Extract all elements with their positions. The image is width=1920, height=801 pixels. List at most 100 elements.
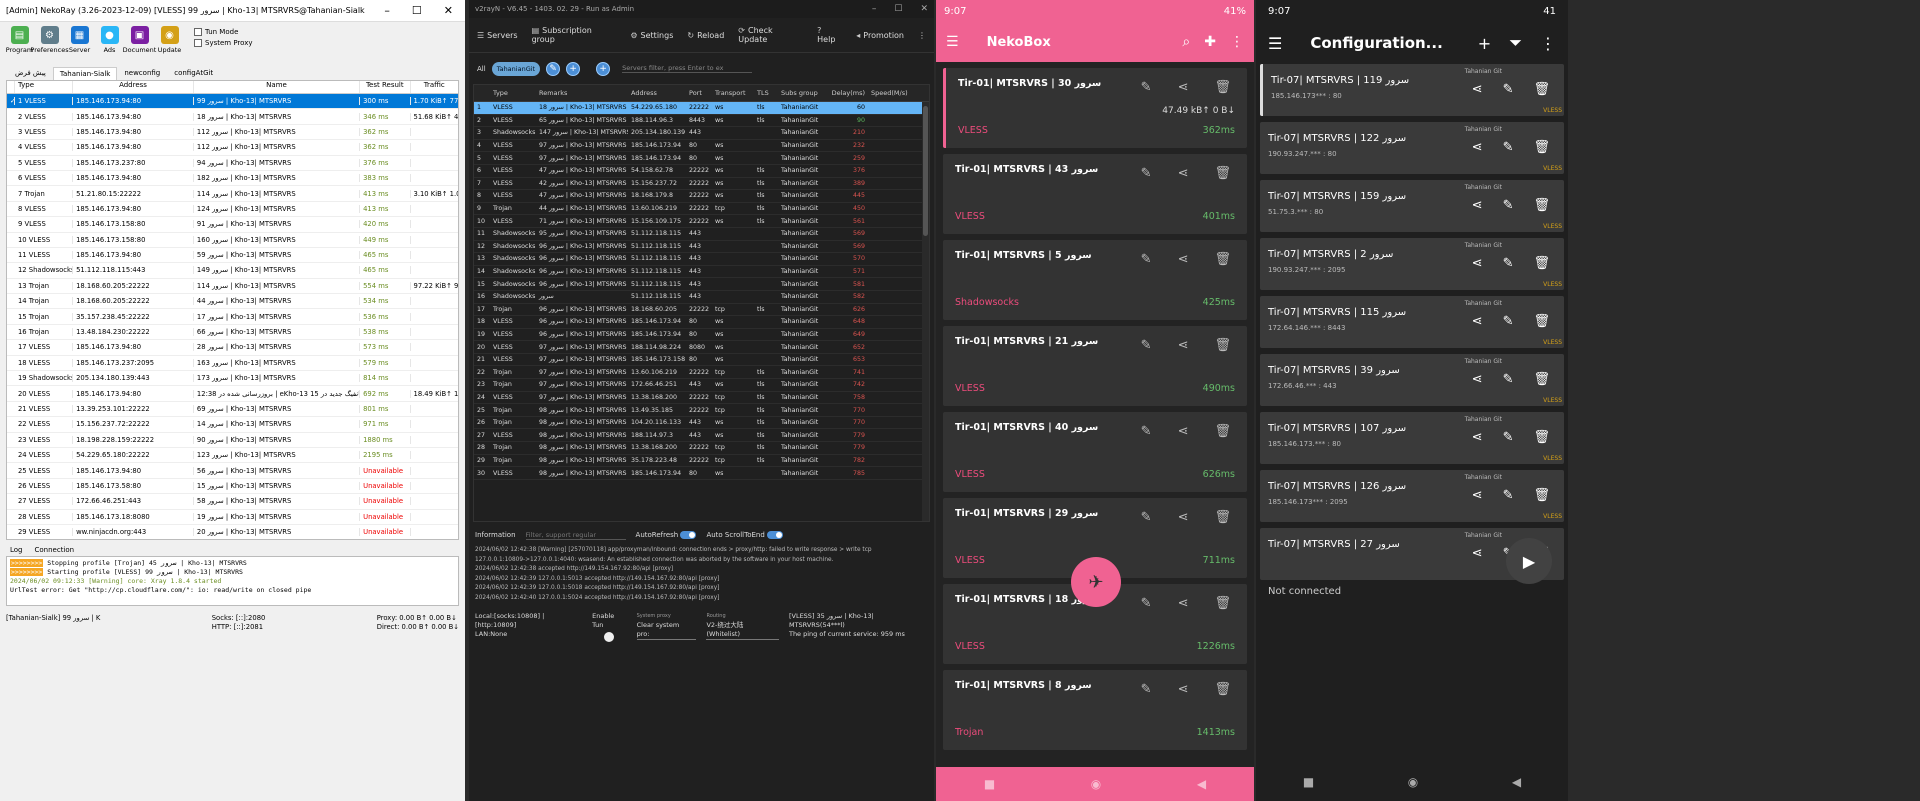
table-row[interactable]: 2 VLESS 185.146.173.94:80 سرور 18 | Kho-13… — [7, 109, 458, 125]
edit-icon[interactable]: ✎ — [1141, 682, 1152, 697]
table-row[interactable]: 6 VLESS سرور 47 | Kho-13| MTSRVRS 54.158.62… — [474, 165, 929, 178]
table-row[interactable]: 12 Shadowsocks 51.112.118.115:443 سرور 149… — [7, 263, 458, 279]
share-icon[interactable]: ⋖ — [1472, 488, 1483, 503]
config-card[interactable]: Tahanian Git Tir-07| MTSRVRS | سرور 115 17… — [1260, 296, 1564, 348]
tab-tahanian-sialk[interactable]: Tahanian-Sialk — [52, 67, 118, 80]
table-row[interactable]: 19 VLESS سرور 96 | Kho-13| MTSRVRS 185.146.… — [474, 329, 929, 342]
document-button[interactable]: ▣ Document — [123, 26, 156, 54]
server-filter-input[interactable]: Servers filter, press Enter to ex — [622, 64, 753, 73]
system-proxy-checkbox[interactable]: System Proxy — [194, 39, 253, 47]
edit-icon[interactable]: ✎ — [1503, 372, 1514, 387]
share-icon[interactable]: ⋖ — [1178, 596, 1189, 611]
home-icon[interactable]: ◉ — [1408, 775, 1418, 789]
delete-icon[interactable]: 🗑 — [1533, 140, 1550, 155]
update-button[interactable]: ◉ Update — [156, 26, 183, 54]
config-card[interactable]: Tahanian Git Tir-07| MTSRVRS | سرور 159 51… — [1260, 180, 1564, 232]
table-row[interactable]: 6 VLESS 185.146.173.94:80 سرور 182 | Kho-1… — [7, 171, 458, 187]
table-row[interactable]: 17 VLESS 185.146.173.94:80 سرور 28 | Kho-1… — [7, 340, 458, 356]
table-row[interactable]: 28 Trojan سرور 98 | Kho-13| MTSRVRS 13.38.1… — [474, 442, 929, 455]
share-icon[interactable]: ⋖ — [1178, 166, 1189, 181]
table-row[interactable]: 8 VLESS 185.146.173.94:80 سرور 124 | Kho-1… — [7, 202, 458, 218]
close-icon[interactable]: ✕ — [920, 4, 928, 14]
home-icon[interactable]: ◉ — [1091, 777, 1101, 791]
delete-icon[interactable]: 🗑 — [1533, 430, 1550, 445]
edit-icon[interactable]: ✎ — [1503, 314, 1514, 329]
table-row[interactable]: 7 VLESS سرور 42 | Kho-13| MTSRVRS 15.156.23… — [474, 178, 929, 191]
share-icon[interactable]: ⋖ — [1472, 314, 1483, 329]
share-icon[interactable]: ⋖ — [1472, 430, 1483, 445]
delete-icon[interactable]: 🗑 — [1533, 488, 1550, 503]
table-row[interactable]: 29 Trojan سرور 98 | Kho-13| MTSRVRS 35.178.… — [474, 455, 929, 468]
minimize-icon[interactable]: – — [872, 4, 877, 14]
minimize-icon[interactable]: – — [384, 4, 390, 17]
table-row[interactable]: 12 Shadowsocks سرور 96 | Kho-13| MTSRVRS 51… — [474, 241, 929, 254]
delete-icon[interactable]: 🗑 — [1214, 424, 1231, 439]
delete-icon[interactable]: 🗑 — [1214, 510, 1231, 525]
table-row[interactable]: 5 VLESS 185.146.173.237:80 سرور 94 | Kho-1… — [7, 156, 458, 171]
enable-tun-toggle[interactable]: Enable Tun — [592, 612, 627, 644]
table-row[interactable]: 18 VLESS 185.146.173.237:2095 سرور 163 | K… — [7, 356, 458, 372]
share-icon[interactable]: ⋖ — [1472, 372, 1483, 387]
add-server-icon[interactable]: + — [596, 61, 611, 76]
table-row[interactable]: 24 VLESS 54.229.65.180:22222 سرور 123 | Kh… — [7, 448, 458, 464]
delete-icon[interactable]: 🗑 — [1214, 80, 1231, 95]
recents-icon[interactable]: ■ — [984, 777, 995, 791]
delete-icon[interactable]: 🗑 — [1533, 314, 1550, 329]
table-row[interactable]: 27 VLESS سرور 98 | Kho-13| MTSRVRS 188.114.… — [474, 429, 929, 443]
table-row[interactable]: 25 Trojan سرور 98 | Kho-13| MTSRVRS 13.49.3… — [474, 404, 929, 417]
table-row[interactable]: 27 VLESS 172.66.46.251:443 سرور 58 | Kho-1… — [7, 494, 458, 510]
tab-configatgit[interactable]: configAtGit — [167, 66, 220, 80]
tab-connection[interactable]: Connection — [35, 546, 75, 554]
table-row[interactable]: 13 Shadowsocks سرور 96 | Kho-13| MTSRVRS 51… — [474, 253, 929, 266]
edit-icon[interactable]: ✎ — [1503, 256, 1514, 271]
more-icon[interactable]: ⋮ — [918, 31, 926, 40]
config-card[interactable]: Tahanian Git Tir-07| MTSRVRS | سرور 39 172… — [1260, 354, 1564, 406]
share-icon[interactable]: ⋖ — [1472, 546, 1483, 561]
table-row[interactable]: 11 Shadowsocks سرور 95 | Kho-13| MTSRVRS 51… — [474, 228, 929, 241]
table-row[interactable]: 23 Trojan سرور 97 | Kho-13| MTSRVRS 172.66.… — [474, 379, 929, 392]
search-icon[interactable]: ⌕ — [1182, 34, 1190, 50]
more-icon[interactable]: ⋮ — [1230, 34, 1244, 50]
table-row[interactable]: 20 VLESS 185.146.173.94:80 بروزرسانی شده د… — [7, 386, 458, 402]
add-group-icon[interactable]: + — [566, 61, 581, 76]
preferences-button[interactable]: ⚙ Preferences — [30, 26, 69, 54]
edit-icon[interactable]: ✎ — [1141, 338, 1152, 353]
profile-card[interactable]: Tir-01| MTSRVRS | سرور 30 ✎ ⋖ 🗑 47.49 kB↑ 0 … — [943, 68, 1247, 148]
server-button[interactable]: ▦ Server — [66, 26, 93, 54]
table-row[interactable]: ✓1 VLESS185.146.173.94:80سرور 99 | Kho-1… — [7, 94, 458, 110]
table-row[interactable]: 15 Trojan 35.157.238.45:22222 سرور 17 | Kh… — [7, 309, 458, 325]
table-row[interactable]: 22 Trojan سرور 97 | Kho-13| MTSRVRS 13.60.1… — [474, 366, 929, 380]
delete-icon[interactable]: 🗑 — [1533, 256, 1550, 271]
subscription-menu[interactable]: ▤ Subscription group — [532, 26, 617, 44]
config-card[interactable]: Tahanian Git Tir-07| MTSRVRS | سرور 107 18… — [1260, 412, 1564, 464]
system-proxy-select[interactable]: Clear system pro: — [636, 621, 697, 640]
table-row[interactable]: 10 VLESS 185.146.173.158:80 سرور 160 | Kho… — [7, 233, 458, 248]
group-edit-icon[interactable]: ✎ — [546, 61, 561, 76]
back-icon[interactable]: ◀ — [1512, 775, 1521, 789]
profile-card[interactable]: Tir-01| MTSRVRS | سرور 40 ✎ ⋖ 🗑 VLESS 626ms — [943, 412, 1247, 492]
table-row[interactable]: 1 VLESS سرور 18 | Kho-13| MTSRVRS 54.229.65… — [474, 102, 929, 115]
table-row[interactable]: 21 VLESS سرور 97 | Kho-13| MTSRVRS 185.146.… — [474, 354, 929, 367]
delete-icon[interactable]: 🗑 — [1533, 372, 1550, 387]
table-row[interactable]: 29 VLESS ww.ninjacdn.org:443 سرور 20 | Kho… — [7, 525, 458, 539]
ads-button[interactable]: ● Ads — [96, 26, 123, 54]
table-row[interactable]: 23 VLESS 18.198.228.159:22222 سرور 90 | Kh… — [7, 433, 458, 448]
menu-icon[interactable]: ☰ — [946, 34, 959, 50]
close-icon[interactable]: ✕ — [444, 4, 453, 17]
table-row[interactable]: 16 Trojan 13.48.184.230:22222 سرور 66 | Kh… — [7, 325, 458, 341]
filter-all[interactable]: All — [477, 65, 486, 73]
group-chip[interactable]: TahanianGit — [491, 61, 541, 76]
tab-newconfig[interactable]: newconfig — [117, 66, 167, 80]
profile-card[interactable]: Tir-01| MTSRVRS | سرور 21 ✎ ⋖ 🗑 VLESS 490ms — [943, 326, 1247, 406]
table-row[interactable]: 16 Shadowsocks سرور 51.112.118.115 443 Tahani… — [474, 291, 929, 304]
edit-icon[interactable]: ✎ — [1141, 166, 1152, 181]
share-icon[interactable]: ⋖ — [1178, 682, 1189, 697]
share-icon[interactable]: ⋖ — [1472, 198, 1483, 213]
servers-menu[interactable]: ☰ Servers — [477, 31, 518, 40]
more-icon[interactable]: ⋮ — [1540, 34, 1556, 53]
filter-icon[interactable]: ⏷ — [1509, 33, 1522, 53]
add-profile-icon[interactable]: ✚ — [1204, 34, 1216, 50]
table-row[interactable]: 4 VLESS 185.146.173.94:80 سرور 112 | Kho-1… — [7, 140, 458, 156]
table-row[interactable]: 14 Trojan 18.168.60.205:22222 سرور 44 | Kh… — [7, 294, 458, 310]
table-row[interactable]: 5 VLESS سرور 97 | Kho-13| MTSRVRS 185.146.1… — [474, 152, 929, 165]
